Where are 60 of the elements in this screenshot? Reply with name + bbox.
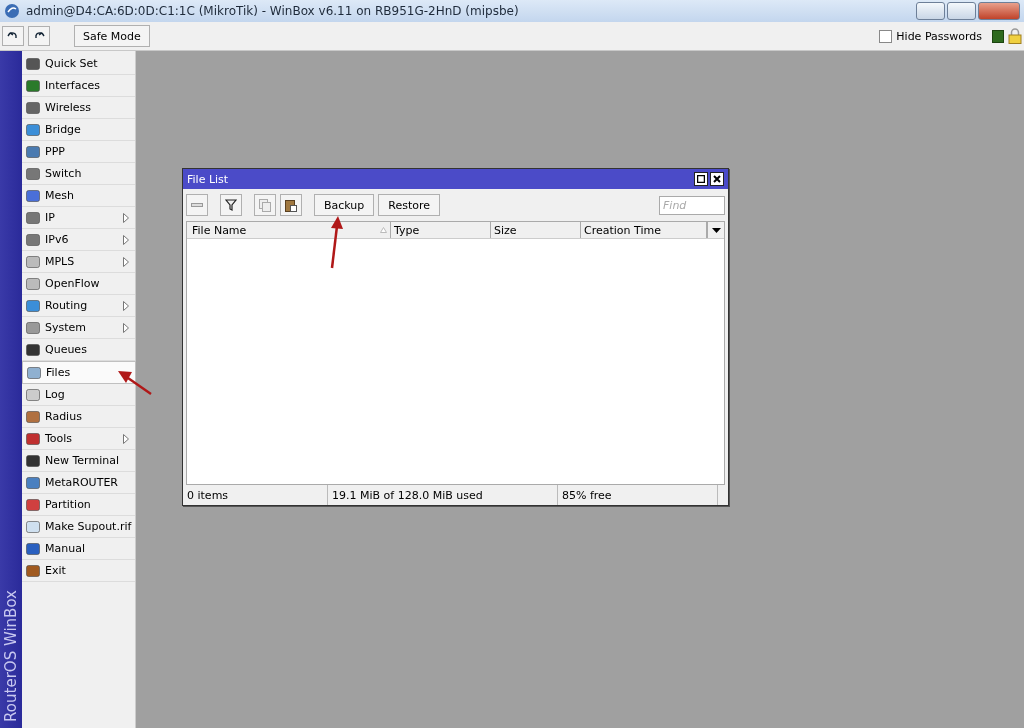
status-text: 0 items — [183, 485, 328, 505]
menu-item[interactable]: Make Supout.rif — [22, 516, 135, 538]
hide-passwords-checkbox[interactable] — [879, 29, 893, 43]
lock-icon — [1008, 28, 1022, 44]
find-field[interactable]: Find — [659, 195, 725, 215]
undo-button[interactable] — [2, 26, 24, 46]
menu-item[interactable]: MPLS — [22, 251, 135, 273]
menu-item[interactable]: Interfaces — [22, 75, 135, 97]
menu-item[interactable]: IP — [22, 207, 135, 229]
menu-item[interactable]: MetaROUTER — [22, 472, 135, 494]
minus-icon — [191, 203, 203, 207]
minimize-button[interactable] — [916, 2, 945, 20]
redo-button[interactable] — [28, 26, 50, 46]
undo-icon — [7, 31, 19, 41]
menu-item[interactable]: Log — [22, 384, 135, 406]
column-header[interactable]: Creation Time — [584, 223, 661, 237]
menu-item[interactable]: Exit — [22, 560, 135, 582]
column-header[interactable]: Size — [494, 223, 517, 237]
status-text: 85% free — [558, 485, 718, 505]
menu-item[interactable]: Tools — [22, 428, 135, 450]
hide-passwords-label: Hide Passwords — [896, 29, 982, 43]
toolbar-button[interactable]: Backup — [314, 194, 375, 216]
toolbar-button[interactable]: Restore — [378, 194, 441, 216]
maximize-button[interactable] — [694, 172, 708, 186]
window-title: admin@D4:CA:6D:0D:C1:1C (MikroTik) - WinBox v6.11 on RB951G-2HnD (mipsbe) — [26, 4, 520, 18]
menu-item[interactable]: Manual — [22, 538, 135, 560]
menu-item[interactable]: PPP — [22, 141, 135, 163]
dropdown-icon[interactable] — [711, 227, 721, 233]
column-header[interactable]: File Name — [192, 223, 247, 237]
copy-icon — [259, 198, 271, 212]
annotation-arrow — [118, 369, 154, 397]
clipboard-icon — [285, 198, 297, 212]
menu-item[interactable]: Wireless — [22, 97, 135, 119]
column-header[interactable]: Type — [394, 223, 420, 237]
menu-item[interactable]: Bridge — [22, 119, 135, 141]
app-logo-icon — [4, 3, 20, 19]
safe-mode-button[interactable]: Safe Mode — [74, 25, 150, 47]
menu-item[interactable]: Mesh — [22, 185, 135, 207]
menu-item[interactable]: Routing — [22, 295, 135, 317]
menu-item[interactable]: Radius — [22, 406, 135, 428]
menu-item[interactable]: Partition — [22, 494, 135, 516]
brand-label: RouterOS WinBox — [2, 590, 20, 722]
menu-item[interactable]: Quick Set — [22, 53, 135, 75]
menu-item[interactable]: Files — [22, 361, 136, 384]
menu-item[interactable]: IPv6 — [22, 229, 135, 251]
menu-item[interactable]: New Terminal — [22, 450, 135, 472]
filter-icon — [225, 199, 237, 211]
paste-button[interactable] — [280, 194, 302, 216]
remove-button[interactable] — [186, 194, 208, 216]
close-button[interactable] — [710, 172, 724, 186]
annotation-arrow — [328, 216, 344, 270]
status-indicator-icon — [992, 29, 1004, 43]
sort-icon — [380, 227, 387, 233]
window-title: File List — [187, 172, 230, 186]
status-text: 19.1 MiB of 128.0 MiB used — [328, 485, 558, 505]
menu-item[interactable]: Switch — [22, 163, 135, 185]
redo-icon — [33, 31, 45, 41]
filter-button[interactable] — [220, 194, 242, 216]
menu-item[interactable]: System — [22, 317, 135, 339]
menu-item[interactable]: OpenFlow — [22, 273, 135, 295]
